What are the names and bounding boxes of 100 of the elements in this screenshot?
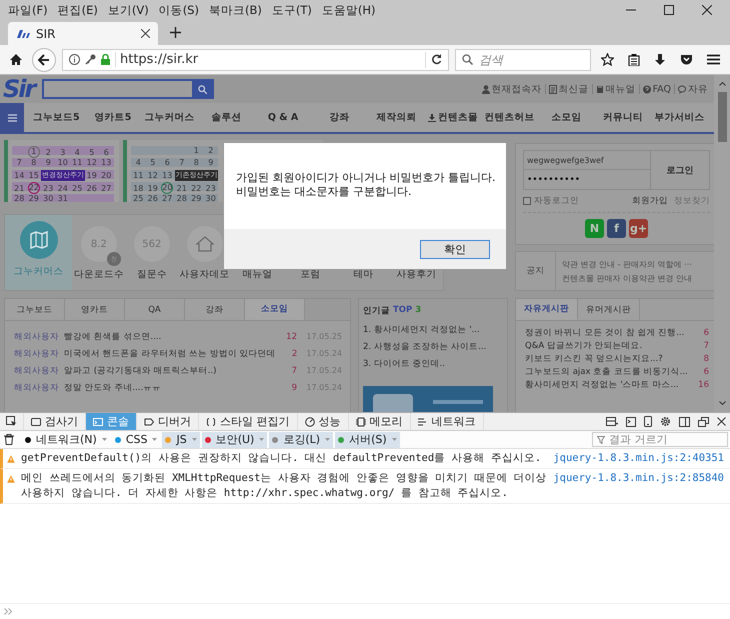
filter-button[interactable]: 네트워크(N): [22, 432, 110, 448]
split-console-icon[interactable]: [626, 416, 636, 426]
header-link[interactable]: 자유: [678, 82, 708, 96]
source-link[interactable]: jquery-1.8.3.min.js:2:40351: [553, 451, 724, 466]
key-icon[interactable]: [85, 54, 96, 65]
search-input[interactable]: 검색: [479, 52, 584, 66]
source-link[interactable]: jquery-1.8.3.min.js:2:85840: [553, 471, 724, 486]
board-tab[interactable]: 영카트: [65, 299, 125, 320]
menu-item[interactable]: 도움말(H): [318, 2, 380, 18]
post-title[interactable]: 3. 다이어트 중인데..: [363, 357, 507, 371]
clipboard-icon[interactable]: [628, 54, 640, 66]
site-logo[interactable]: Sir: [3, 75, 34, 103]
header-link[interactable]: 매뉴얼: [596, 82, 636, 96]
author-name[interactable]: 해외사용자: [14, 348, 59, 360]
post-title[interactable]: 1. 황사미세먼지 걱정없는 '...: [363, 323, 507, 337]
post-title[interactable]: Q&A 답글쓰기가 안되는데요.: [525, 340, 687, 352]
phone-icon[interactable]: [644, 416, 652, 427]
filter-button[interactable]: 보안(U): [202, 432, 268, 448]
nav-link[interactable]: 그누커머스: [141, 111, 198, 124]
user-id-input[interactable]: wegwegwefge3wef: [527, 156, 647, 164]
nav-link[interactable]: 소모임: [538, 111, 595, 124]
checkbox[interactable]: [523, 197, 531, 205]
menu-item[interactable]: 이동(S): [154, 2, 203, 18]
close-icon[interactable]: [141, 29, 150, 38]
filter-button[interactable]: 로깅(L): [269, 432, 334, 448]
close-icon[interactable]: [702, 5, 712, 15]
layout-icon[interactable]: [606, 416, 618, 426]
board-tab[interactable]: 그누보드: [5, 299, 65, 320]
nav-link[interactable]: 컨텐츠허브: [481, 111, 538, 124]
social-login-button[interactable]: f: [607, 219, 626, 238]
board-tab[interactable]: QA: [125, 299, 185, 320]
close-icon[interactable]: [717, 417, 726, 426]
dock-side-icon[interactable]: [679, 416, 690, 426]
devtools-tab[interactable]: 성능: [296, 413, 348, 430]
board-tab[interactable]: 강좌: [185, 299, 245, 320]
filter-button[interactable]: 서버(S): [335, 432, 400, 448]
header-link[interactable]: 현재접속자: [482, 82, 542, 96]
download-icon[interactable]: [654, 54, 666, 66]
settings-icon[interactable]: [660, 416, 671, 427]
search-button[interactable]: [192, 81, 212, 97]
url-input[interactable]: https://sir.kr: [115, 52, 420, 67]
trash-icon[interactable]: [4, 434, 14, 445]
stat-label[interactable]: 사용후기: [396, 268, 436, 281]
nav-link[interactable]: 부가서비스: [651, 111, 708, 124]
author-name[interactable]: 해외사용자: [14, 330, 59, 342]
stat-label[interactable]: 질문수: [136, 268, 167, 281]
search-field[interactable]: 검색: [455, 48, 591, 70]
header-link[interactable]: 최신글: [548, 82, 589, 96]
filter-input[interactable]: 결과 거르기: [609, 433, 723, 446]
pick-element-icon[interactable]: [6, 416, 17, 427]
menu-item[interactable]: 파일(F): [4, 2, 52, 18]
author-name[interactable]: 해외사용자: [14, 382, 59, 394]
stat-label[interactable]: 사용자데모: [180, 268, 230, 281]
post-title[interactable]: 그누보드의 ajax 호출 코드를 비동기식...: [525, 366, 688, 378]
stat-label[interactable]: 다운로드수: [74, 268, 124, 281]
social-login-button[interactable]: g+: [629, 219, 648, 238]
user-id-field[interactable]: wegwegwefge3wef: [524, 151, 650, 170]
home-icon[interactable]: [10, 54, 22, 65]
nav-link[interactable]: 제작의뢰: [368, 111, 425, 124]
devtools-tab[interactable]: 스타일 편집기: [198, 413, 296, 430]
post-title[interactable]: 정권이 바뀌니 모든 것이 참 쉽게 진행...: [525, 326, 687, 338]
nav-link[interactable]: 솔루션: [198, 111, 255, 124]
menu-icon[interactable]: [707, 54, 720, 65]
board-tab[interactable]: 소모임: [245, 299, 305, 320]
scrollbar-thumb[interactable]: [718, 92, 726, 142]
nav-link[interactable]: Q & A: [254, 112, 312, 123]
nav-link[interactable]: 컨텐츠몰: [424, 111, 482, 124]
nav-link[interactable]: 그누보드5: [28, 111, 85, 124]
stat-label[interactable]: 포럼: [300, 268, 321, 281]
devtools-tab[interactable]: 네트워크: [410, 413, 482, 430]
filter-field[interactable]: 결과 거르기: [592, 432, 728, 447]
post-title[interactable]: 키보드 키스킨 꼭 덮으시는지요...?: [525, 352, 687, 364]
stat-label[interactable]: 테마: [354, 268, 374, 281]
devtools-tab[interactable]: 콘솔: [85, 413, 136, 430]
site-search-field[interactable]: [42, 79, 214, 99]
nav-link[interactable]: 커뮤니티: [594, 111, 652, 124]
star-icon[interactable]: [601, 53, 614, 66]
devtools-tab[interactable]: 메모리: [348, 413, 410, 430]
post-title[interactable]: 알파고 (공각기동대와 매트릭스부터..): [64, 364, 275, 376]
post-title[interactable]: 빨강에 흰색를 섞으면....: [64, 330, 275, 342]
login-link[interactable]: 회원가입: [632, 195, 668, 207]
post-title[interactable]: 미국에서 핸드폰을 라우터처럼 쓰는 방법이 있다던데: [64, 348, 276, 360]
stat-label[interactable]: 매뉴얼: [242, 268, 273, 281]
checkbox-label[interactable]: 자동로그인: [534, 195, 579, 207]
filter-button[interactable]: CSS: [112, 432, 160, 448]
post-title[interactable]: 황사미세먼지 걱정없는 '스마트 마스...: [525, 378, 687, 390]
menu-item[interactable]: 보기(V): [104, 2, 153, 18]
scrollbar[interactable]: [714, 75, 730, 412]
lock-icon[interactable]: [101, 54, 110, 65]
undock-icon[interactable]: [698, 416, 709, 426]
plus-icon[interactable]: [170, 27, 181, 38]
ok-button[interactable]: 확인: [420, 240, 490, 258]
password-input[interactable]: ••••••••••: [527, 174, 647, 184]
pocket-icon[interactable]: [680, 54, 693, 66]
filter-button[interactable]: JS: [162, 432, 200, 448]
menu-button[interactable]: [0, 102, 24, 132]
menu-item[interactable]: 북마크(B): [204, 2, 266, 18]
post-title[interactable]: 정말 안도와 주네....ㅠㅠ: [64, 382, 275, 394]
board-tab[interactable]: 자유게시판: [516, 299, 578, 320]
devtools-tab[interactable]: 디버거: [136, 413, 198, 430]
